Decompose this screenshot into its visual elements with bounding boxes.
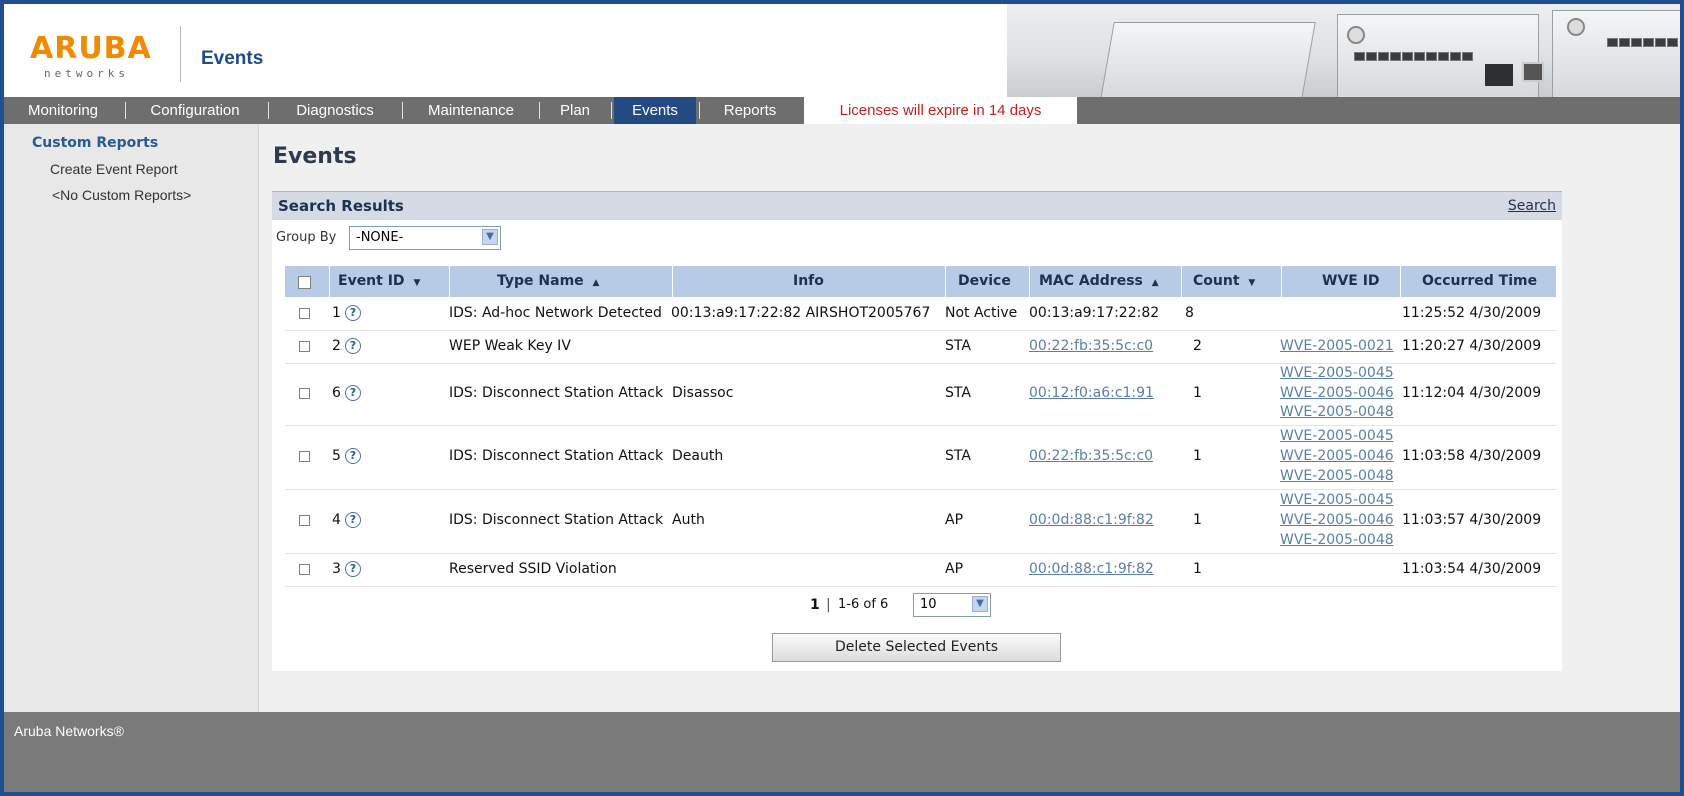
main-nav: Monitoring Configuration Diagnostics Mai… bbox=[4, 97, 1680, 124]
wve-link[interactable]: WVE-2005-0021 bbox=[1280, 338, 1394, 354]
create-event-report-link[interactable]: Create Event Report bbox=[50, 161, 178, 177]
app-title: Events bbox=[201, 48, 264, 69]
column-mac-address[interactable]: MAC Address ▲ bbox=[1039, 266, 1159, 297]
page-size-select[interactable]: 10 ▼ bbox=[913, 593, 991, 617]
footer-copyright: Aruba Networks® bbox=[14, 723, 124, 739]
tab-divider bbox=[125, 102, 126, 119]
delete-selected-events-button[interactable]: Delete Selected Events bbox=[772, 633, 1061, 662]
wve-link[interactable]: WVE-2005-0048 bbox=[1280, 404, 1394, 420]
main-content: Events Search Results Search Group By -N… bbox=[259, 124, 1680, 712]
no-custom-reports-text: <No Custom Reports> bbox=[52, 187, 192, 203]
header: ARUBA networks Events bbox=[4, 4, 1680, 97]
table-header: Event ID ▼ Type Name ▲ Info Device MAC A… bbox=[285, 266, 1556, 297]
mac-address-link[interactable]: 00:22:fb:35:5c:c0 bbox=[1029, 338, 1153, 354]
wve-link[interactable]: WVE-2005-0048 bbox=[1280, 468, 1394, 484]
table-row: 6 ? IDS: Disconnect Station Attack Disas… bbox=[285, 363, 1556, 426]
search-results-title: Search Results bbox=[278, 197, 404, 215]
tab-divider bbox=[539, 102, 540, 119]
help-icon[interactable]: ? bbox=[345, 305, 361, 321]
group-by-label: Group By bbox=[276, 230, 337, 245]
mac-address-link[interactable]: 00:22:fb:35:5c:c0 bbox=[1029, 448, 1153, 464]
row-checkbox[interactable] bbox=[299, 388, 310, 399]
sort-asc-icon: ▲ bbox=[592, 278, 600, 288]
pager-range: 1-6 of 6 bbox=[838, 597, 889, 612]
page-title: Events bbox=[273, 144, 357, 169]
group-by-select[interactable]: -NONE- ▼ bbox=[349, 226, 501, 250]
tab-diagnostics[interactable]: Diagnostics bbox=[272, 97, 398, 124]
table-row: 3 ? Reserved SSID Violation AP 00:0d:88:… bbox=[285, 553, 1556, 587]
tab-monitoring[interactable]: Monitoring bbox=[4, 97, 122, 124]
column-wve-id[interactable]: WVE ID bbox=[1322, 266, 1380, 297]
search-results-header: Search Results Search bbox=[272, 191, 1562, 220]
help-icon[interactable]: ? bbox=[345, 338, 361, 354]
sidebar: Custom Reports Create Event Report <No C… bbox=[4, 124, 259, 712]
row-checkbox[interactable] bbox=[299, 451, 310, 462]
row-checkbox[interactable] bbox=[299, 308, 310, 319]
tab-divider bbox=[699, 102, 700, 119]
row-checkbox[interactable] bbox=[299, 341, 310, 352]
tab-configuration[interactable]: Configuration bbox=[128, 97, 262, 124]
current-page[interactable]: 1 bbox=[810, 597, 820, 613]
help-icon[interactable]: ? bbox=[345, 385, 361, 401]
select-all-checkbox[interactable] bbox=[298, 276, 311, 289]
column-type-name[interactable]: Type Name ▲ bbox=[497, 266, 599, 297]
tab-divider bbox=[611, 102, 612, 119]
search-results-panel: Search Results Search Group By -NONE- ▼ … bbox=[272, 191, 1562, 671]
mac-address-link[interactable]: 00:12:f0:a6:c1:91 bbox=[1029, 385, 1154, 401]
hardware-banner-image bbox=[1007, 4, 1680, 97]
tab-divider bbox=[402, 102, 403, 119]
chevron-down-icon: ▼ bbox=[482, 229, 498, 245]
sort-desc-icon: ▼ bbox=[1248, 278, 1256, 288]
sort-desc-icon: ▼ bbox=[413, 278, 421, 288]
row-checkbox[interactable] bbox=[299, 564, 310, 575]
table-row: 1 ? IDS: Ad-hoc Network Detected 00:13:a… bbox=[285, 297, 1556, 331]
tab-divider bbox=[268, 102, 269, 119]
wve-link[interactable]: WVE-2005-0045 bbox=[1280, 428, 1394, 444]
table-row: 4 ? IDS: Disconnect Station Attack Auth … bbox=[285, 489, 1556, 554]
column-event-id[interactable]: Event ID ▼ bbox=[338, 266, 420, 297]
wve-link[interactable]: WVE-2005-0045 bbox=[1280, 365, 1394, 381]
sidebar-heading: Custom Reports bbox=[32, 135, 159, 151]
sort-asc-icon: ▲ bbox=[1151, 278, 1159, 288]
table-row: 5 ? IDS: Disconnect Station Attack Deaut… bbox=[285, 425, 1556, 490]
aruba-logo: ARUBA networks bbox=[30, 31, 152, 81]
column-device[interactable]: Device bbox=[958, 266, 1011, 297]
column-info[interactable]: Info bbox=[793, 266, 824, 297]
help-icon[interactable]: ? bbox=[345, 448, 361, 464]
help-icon[interactable]: ? bbox=[345, 561, 361, 577]
tab-reports[interactable]: Reports bbox=[702, 97, 798, 124]
tab-plan[interactable]: Plan bbox=[542, 97, 608, 124]
column-occurred-time[interactable]: Occurred Time bbox=[1422, 266, 1537, 297]
table-row: 2 ? WEP Weak Key IV STA 00:22:fb:35:5c:c… bbox=[285, 330, 1556, 364]
pagination: 1 | 1-6 of 6 10 ▼ bbox=[272, 593, 1562, 617]
license-expiry-notice[interactable]: Licenses will expire in 14 days bbox=[804, 97, 1077, 124]
app-window: ARUBA networks Events Monitoring Configu… bbox=[4, 4, 1680, 792]
row-checkbox[interactable] bbox=[299, 515, 310, 526]
wve-link[interactable]: WVE-2005-0046 bbox=[1280, 512, 1394, 528]
wve-link[interactable]: WVE-2005-0046 bbox=[1280, 448, 1394, 464]
chevron-down-icon: ▼ bbox=[972, 596, 988, 612]
help-icon[interactable]: ? bbox=[345, 512, 361, 528]
mac-address-link[interactable]: 00:0d:88:c1:9f:82 bbox=[1029, 512, 1154, 528]
wve-link[interactable]: WVE-2005-0045 bbox=[1280, 492, 1394, 508]
pager-separator: | bbox=[826, 597, 831, 613]
column-count[interactable]: Count ▼ bbox=[1193, 266, 1255, 297]
wve-link[interactable]: WVE-2005-0046 bbox=[1280, 385, 1394, 401]
header-divider bbox=[180, 26, 181, 82]
tab-maintenance[interactable]: Maintenance bbox=[406, 97, 536, 124]
footer: Aruba Networks® bbox=[4, 712, 1680, 792]
tab-events[interactable]: Events bbox=[614, 97, 696, 124]
wve-link[interactable]: WVE-2005-0048 bbox=[1280, 532, 1394, 548]
mac-address-link[interactable]: 00:0d:88:c1:9f:82 bbox=[1029, 561, 1154, 577]
search-link[interactable]: Search bbox=[1508, 198, 1556, 214]
